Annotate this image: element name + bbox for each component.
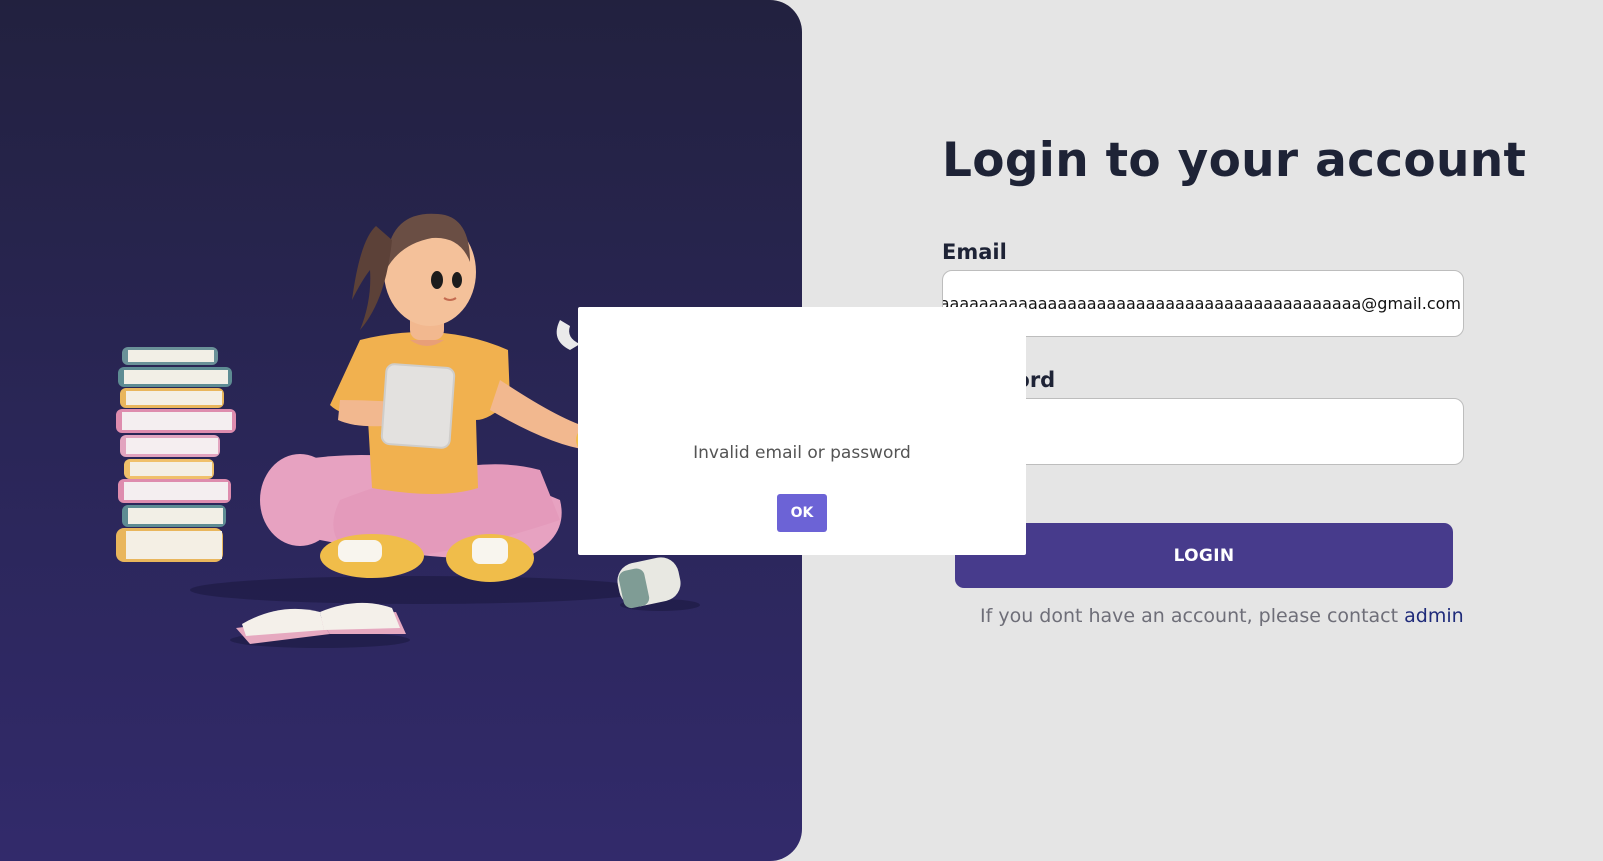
login-button[interactable]: LOGIN [955, 523, 1453, 588]
contact-text: If you dont have an account, please cont… [980, 605, 1405, 627]
ok-button[interactable]: OK [777, 494, 827, 532]
error-dialog: Invalid email or password OK [578, 307, 1026, 555]
admin-link[interactable]: admin [1404, 605, 1464, 627]
dialog-message: Invalid email or password [693, 443, 911, 463]
page-title: Login to your account [942, 133, 1527, 188]
email-label: Email [942, 240, 1007, 264]
